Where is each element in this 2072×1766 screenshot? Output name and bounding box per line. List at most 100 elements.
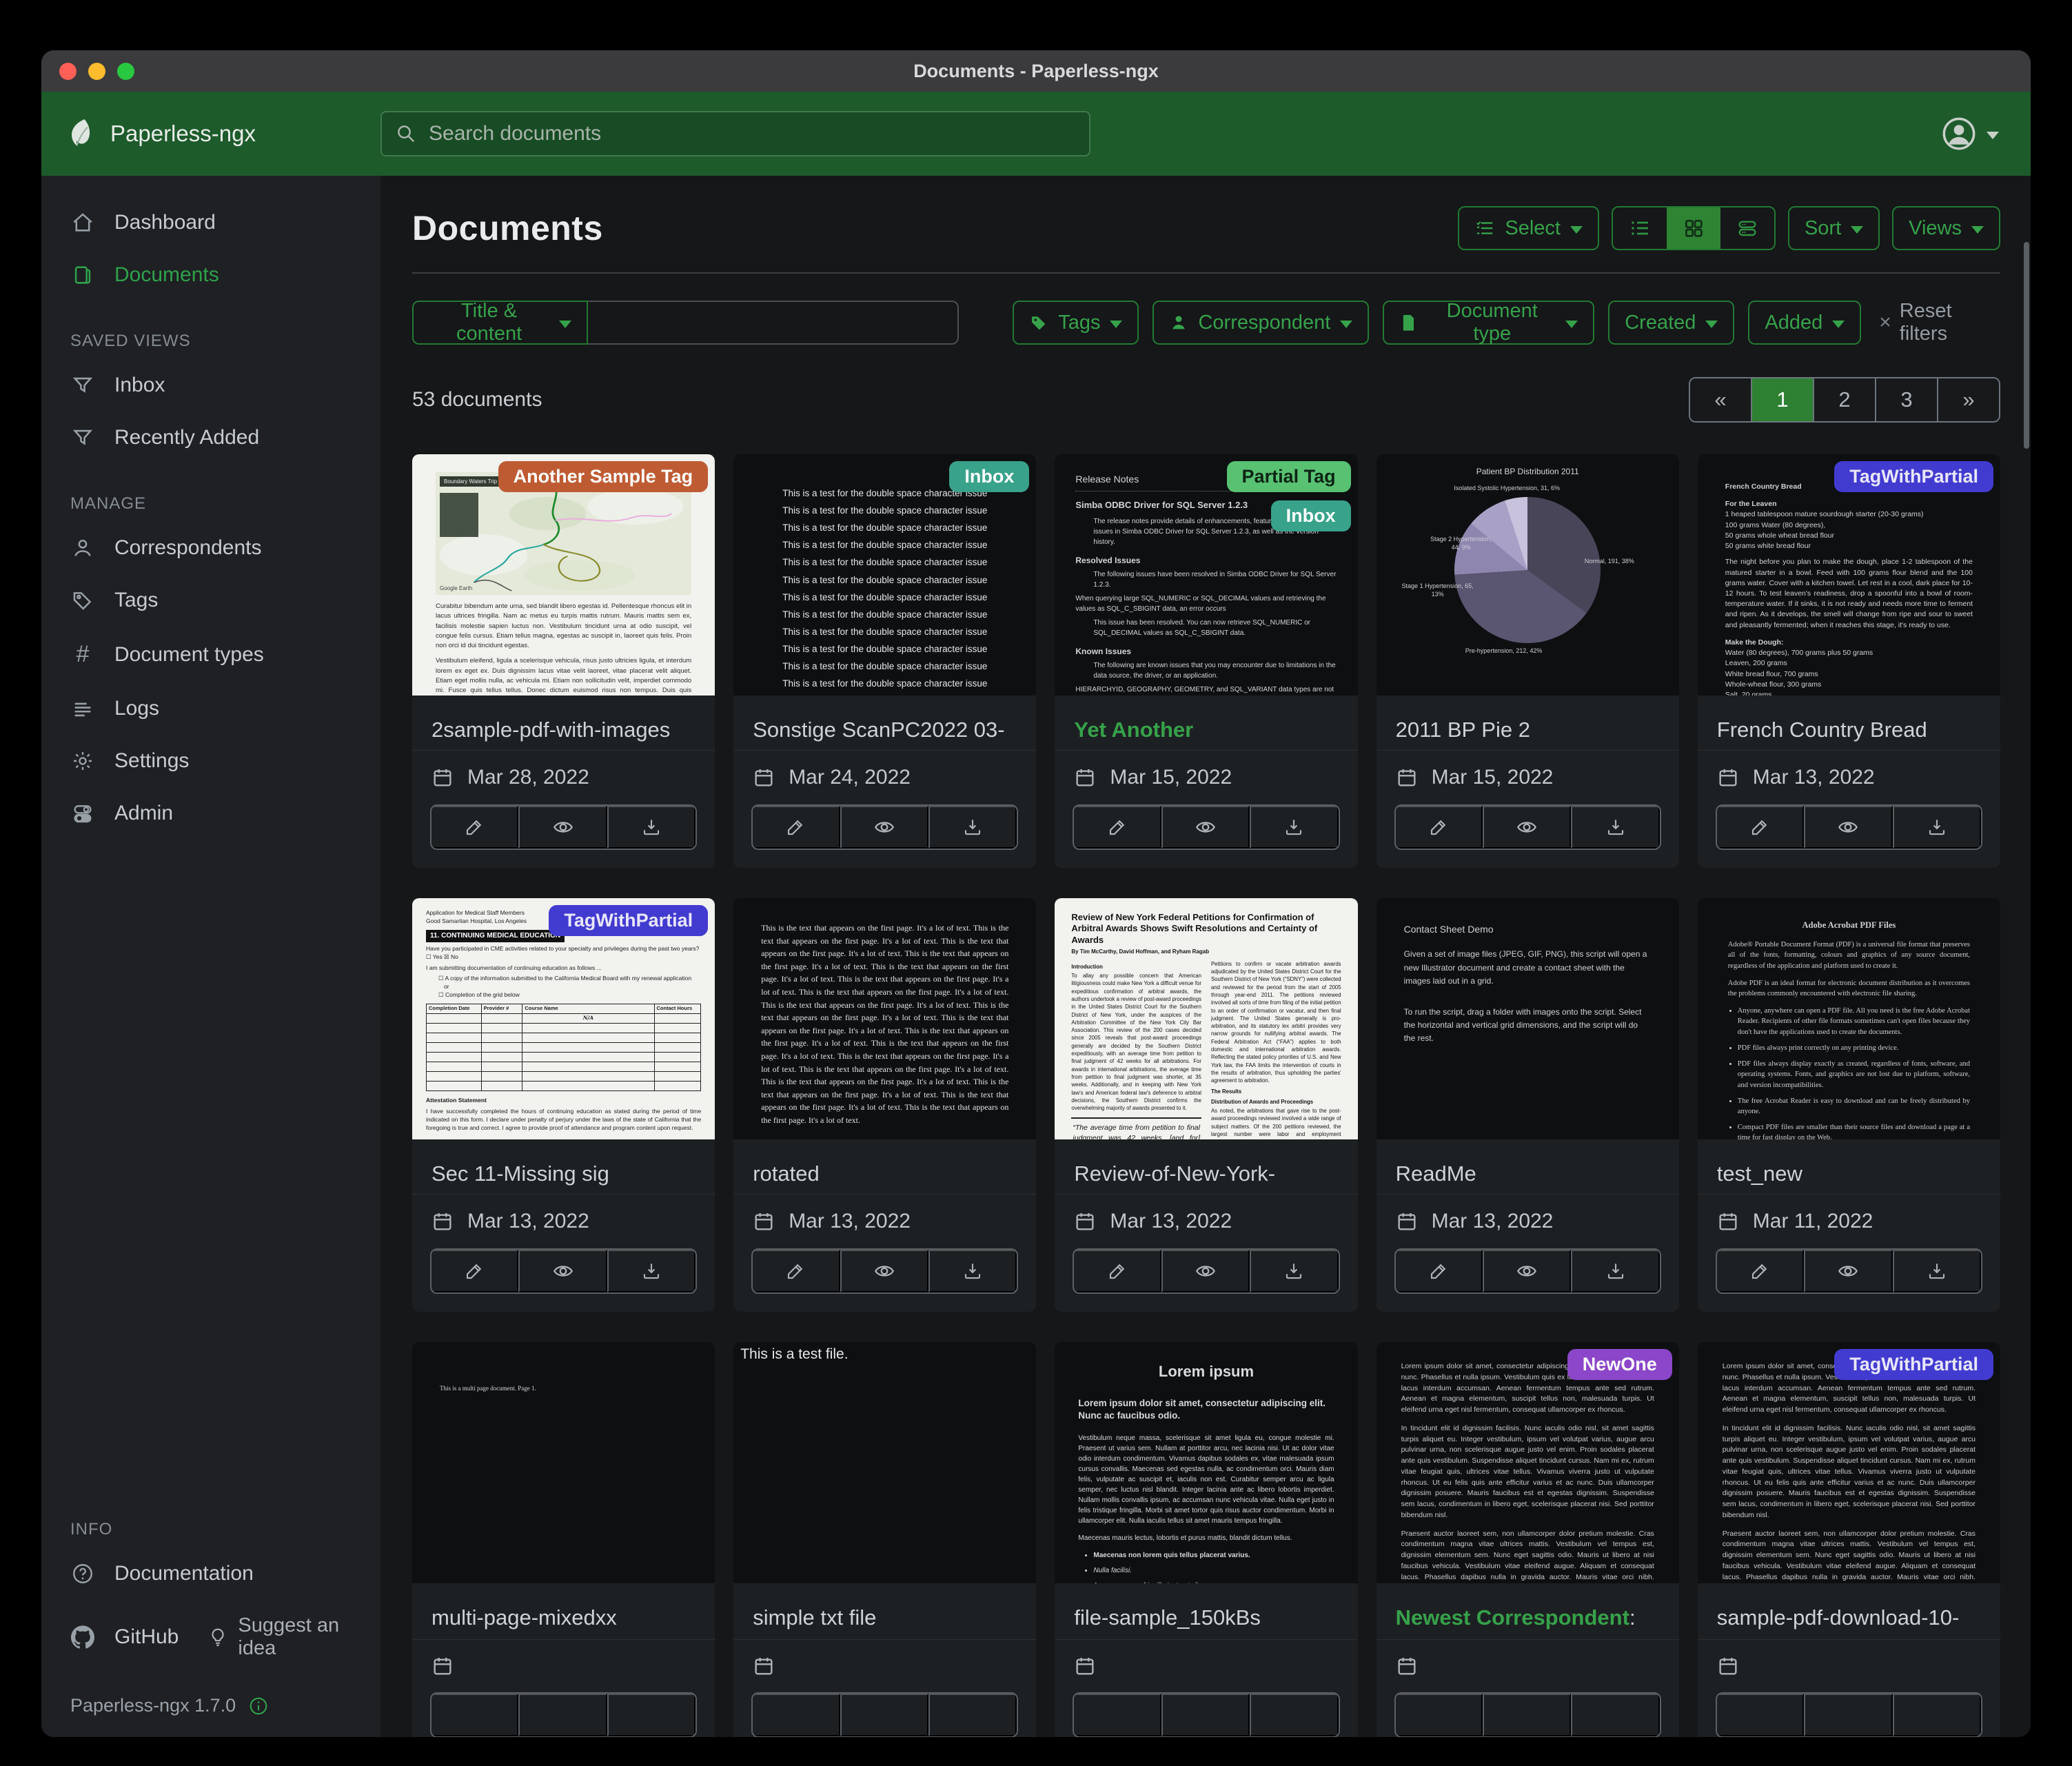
document-type-filter-button[interactable]: Document type [1383, 301, 1594, 345]
edit-button[interactable] [753, 806, 840, 849]
document-title[interactable]: rotated [733, 1139, 1036, 1194]
download-button[interactable] [1571, 1694, 1659, 1736]
document-thumbnail[interactable]: Partial Tag Inbox Release Notes Simba OD… [1055, 454, 1357, 696]
edit-button[interactable] [1074, 1250, 1161, 1292]
pagination-next[interactable]: » [1937, 378, 1999, 421]
document-thumbnail[interactable]: TagWithPartial Lorem ipsum dolor sit ame… [1698, 1342, 2000, 1583]
download-button[interactable] [607, 806, 695, 849]
download-button[interactable] [1571, 1250, 1659, 1292]
document-thumbnail[interactable]: This is a test file. [733, 1342, 1036, 1583]
edit-button[interactable] [1396, 806, 1483, 849]
pagination-page-3[interactable]: 3 [1875, 378, 1937, 421]
minimize-window-button[interactable] [88, 63, 105, 80]
correspondent-link[interactable]: Newest Correspondent [1396, 1605, 1629, 1630]
edit-button[interactable] [753, 1250, 840, 1292]
scrollbar-thumb[interactable] [2024, 242, 2029, 449]
tag-chip[interactable]: NewOne [1567, 1349, 1672, 1380]
correspondent-filter-button[interactable]: Correspondent [1152, 301, 1369, 345]
sort-dropdown-button[interactable]: Sort [1788, 206, 1880, 250]
brand[interactable]: Paperless-ngx [41, 118, 380, 150]
download-button[interactable] [928, 1250, 1017, 1292]
download-button[interactable] [607, 1250, 695, 1292]
download-button[interactable] [1893, 1694, 1981, 1736]
edit-button[interactable] [1396, 1694, 1483, 1736]
edit-button[interactable] [753, 1694, 840, 1736]
tag-chip[interactable]: Inbox [1271, 500, 1351, 531]
pagination-page-2[interactable]: 2 [1813, 378, 1875, 421]
document-thumbnail[interactable]: NewOne Lorem ipsum dolor sit amet, conse… [1377, 1342, 1679, 1583]
download-button[interactable] [1571, 806, 1659, 849]
created-filter-button[interactable]: Created [1608, 301, 1734, 345]
sidebar-item-logs[interactable]: Logs [41, 682, 380, 735]
added-filter-button[interactable]: Added [1748, 301, 1861, 345]
document-thumbnail[interactable]: TagWithPartial Application for Medical S… [412, 898, 715, 1139]
correspondent-link[interactable]: Yet Another Correspondent [1074, 718, 1227, 750]
document-thumbnail[interactable]: Patient BP Distribution 2011 Isolated Sy… [1377, 454, 1679, 696]
download-button[interactable] [1250, 1250, 1338, 1292]
download-button[interactable] [1250, 806, 1338, 849]
edit-button[interactable] [431, 1694, 518, 1736]
document-title[interactable]: sample-pdf-download-10-mb-longer-title [1698, 1583, 2000, 1639]
suggest-idea-link[interactable]: Suggest an idea [207, 1600, 380, 1674]
sidebar-item-documentation[interactable]: Documentation [41, 1547, 380, 1600]
sidebar-item-document-types[interactable]: # Document types [41, 627, 380, 682]
view-button[interactable] [1483, 1694, 1571, 1736]
view-button[interactable] [1161, 806, 1250, 849]
tag-chip[interactable]: Another Sample Tag [498, 461, 709, 492]
document-thumbnail[interactable]: Inbox This is a test for the double spac… [733, 454, 1036, 696]
view-button[interactable] [518, 1694, 607, 1736]
pagination-page-1[interactable]: 1 [1751, 378, 1813, 421]
sidebar-item-correspondents[interactable]: Correspondents [41, 522, 380, 574]
view-button[interactable] [1483, 806, 1571, 849]
edit-button[interactable] [431, 1250, 518, 1292]
document-thumbnail[interactable]: Lorem ipsum Lorem ipsum dolor sit amet, … [1055, 1342, 1357, 1583]
document-title[interactable]: Review-of-New-York-Federal-Petitions-art… [1055, 1139, 1357, 1194]
download-button[interactable] [1893, 806, 1981, 849]
title-content-filter-button[interactable]: Title & content [412, 301, 588, 345]
view-button[interactable] [518, 806, 607, 849]
sidebar-item-tags[interactable]: Tags [41, 574, 380, 627]
edit-button[interactable] [1717, 1250, 1804, 1292]
sidebar-item-settings[interactable]: Settings [41, 735, 380, 787]
document-title[interactable]: simple txt file [733, 1583, 1036, 1639]
view-button[interactable] [1804, 1250, 1892, 1292]
close-window-button[interactable] [59, 63, 77, 80]
document-thumbnail[interactable]: This is a multi page document. Page 1. [412, 1342, 715, 1583]
edit-button[interactable] [1717, 806, 1804, 849]
sidebar-item-dashboard[interactable]: Dashboard [41, 196, 380, 249]
tag-chip[interactable]: TagWithPartial [1834, 1349, 1993, 1380]
view-button[interactable] [1804, 806, 1892, 849]
document-title[interactable]: ReadMe [1377, 1139, 1679, 1194]
edit-button[interactable] [1717, 1694, 1804, 1736]
sidebar-item-admin[interactable]: Admin [41, 787, 380, 840]
download-button[interactable] [1893, 1250, 1981, 1292]
search-input[interactable]: Search documents [380, 111, 1090, 156]
document-title[interactable]: Sec 11-Missing sig [412, 1139, 715, 1194]
view-button[interactable] [840, 806, 928, 849]
view-button[interactable] [1804, 1694, 1892, 1736]
view-button[interactable] [518, 1250, 607, 1292]
document-thumbnail[interactable]: This is the text that appears on the fir… [733, 898, 1036, 1139]
document-title[interactable]: test_new [1698, 1139, 2000, 1194]
sidebar-item-documents[interactable]: Documents [41, 249, 380, 301]
document-title[interactable]: 2011 BP Pie 2 [1377, 696, 1679, 750]
edit-button[interactable] [1396, 1250, 1483, 1292]
document-thumbnail[interactable]: Contact Sheet Demo Given a set of image … [1377, 898, 1679, 1139]
document-title[interactable]: file-sample_150kBs [1055, 1583, 1357, 1639]
document-thumbnail[interactable]: Adobe Acrobat PDF Files Adobe® Portable … [1698, 898, 2000, 1139]
download-button[interactable] [928, 1694, 1017, 1736]
download-button[interactable] [928, 806, 1017, 849]
document-title[interactable]: 2sample-pdf-with-images [412, 696, 715, 750]
reset-filters-button[interactable]: × Reset filters [1879, 300, 2000, 345]
document-thumbnail[interactable]: TagWithPartial French Country Bread For … [1698, 454, 2000, 696]
sidebar-item-github[interactable]: GitHub [41, 1611, 207, 1663]
tag-chip[interactable]: TagWithPartial [1834, 461, 1993, 492]
view-list-button[interactable] [1613, 207, 1667, 249]
sidebar-item-recently-added[interactable]: Recently Added [41, 412, 380, 464]
document-title[interactable]: multi-page-mixedxx [412, 1583, 715, 1639]
tag-chip[interactable]: Partial Tag [1227, 461, 1351, 492]
title-content-filter-input[interactable] [588, 301, 959, 345]
view-button[interactable] [1161, 1694, 1250, 1736]
tags-filter-button[interactable]: Tags [1013, 301, 1139, 345]
download-button[interactable] [607, 1694, 695, 1736]
